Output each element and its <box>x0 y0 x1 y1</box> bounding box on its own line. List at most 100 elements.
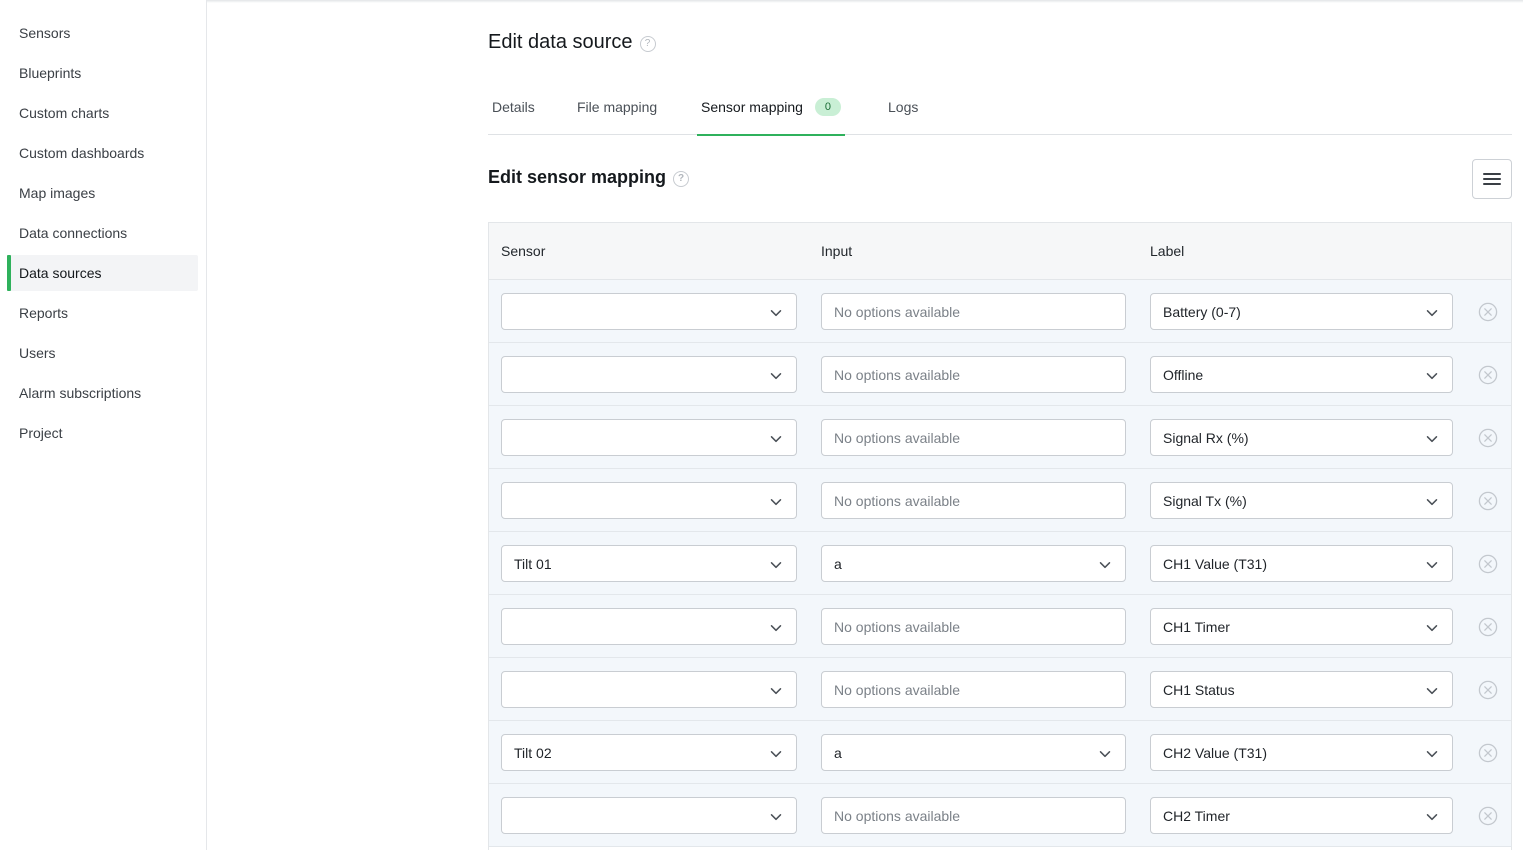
section-title: Edit sensor mapping ? <box>488 167 690 188</box>
chevron-down-icon <box>1426 621 1438 633</box>
sidebar-item-sensors[interactable]: Sensors <box>7 15 198 51</box>
chevron-down-icon <box>1426 810 1438 822</box>
remove-row-icon[interactable] <box>1478 617 1498 637</box>
sidebar-item-data-sources[interactable]: Data sources <box>7 255 198 291</box>
input-select-value: No options available <box>834 618 961 635</box>
input-select[interactable]: No options available <box>821 356 1126 393</box>
chevron-down-icon <box>770 369 782 381</box>
tab-file-mapping[interactable]: File mapping <box>573 87 661 135</box>
input-select[interactable]: a <box>821 734 1126 771</box>
tab-details[interactable]: Details <box>488 87 539 135</box>
section-title-text: Edit sensor mapping <box>488 167 667 187</box>
column-header-label: Label <box>1150 243 1185 259</box>
column-header-input: Input <box>821 243 853 259</box>
count-badge: 0 <box>814 98 841 116</box>
label-select[interactable]: CH1 Value (T31) <box>1150 545 1453 582</box>
sidebar: Sensors Blueprints Custom charts Custom das… <box>0 0 207 850</box>
sidebar-item-label: Reports <box>19 305 69 321</box>
sidebar-item-label: Custom dashboards <box>19 145 145 161</box>
sidebar-item-users[interactable]: Users <box>7 335 198 371</box>
chevron-down-icon <box>1426 747 1438 759</box>
input-select[interactable]: No options available <box>821 293 1126 330</box>
remove-row-icon[interactable] <box>1478 302 1498 322</box>
label-select[interactable]: Signal Tx (%) <box>1150 482 1453 519</box>
table-row: No options available Signal Rx (%) <box>489 406 1511 469</box>
sidebar-item-label: Map images <box>19 185 96 201</box>
tab-label: Logs <box>888 99 919 115</box>
remove-row-icon[interactable] <box>1478 365 1498 385</box>
sensor-select-value: Tilt 02 <box>514 744 552 761</box>
chevron-down-icon <box>770 684 782 696</box>
input-select[interactable]: No options available <box>821 671 1126 708</box>
sidebar-item-custom-charts[interactable]: Custom charts <box>7 95 198 131</box>
chevron-down-icon <box>770 810 782 822</box>
sidebar-item-data-connections[interactable]: Data connections <box>7 215 198 251</box>
table-row: No options available Offline <box>489 343 1511 406</box>
remove-row-icon[interactable] <box>1478 554 1498 574</box>
sidebar-item-label: Sensors <box>19 25 71 41</box>
table-row: No options available CH2 Timer <box>489 784 1511 847</box>
page-title: Edit data source ? <box>488 31 656 54</box>
sidebar-item-label: Custom charts <box>19 105 110 121</box>
sidebar-item-project[interactable]: Project <box>7 415 198 451</box>
tab-bar: Details File mapping Sensor mapping 0 Logs <box>488 87 1512 136</box>
label-select[interactable]: CH2 Timer <box>1150 797 1453 834</box>
input-select[interactable]: No options available <box>821 608 1126 645</box>
label-select-value: CH1 Timer <box>1163 618 1230 635</box>
remove-row-icon[interactable] <box>1478 428 1498 448</box>
chevron-down-icon <box>1426 495 1438 507</box>
label-select[interactable]: Battery (0-7) <box>1150 293 1453 330</box>
label-select[interactable]: CH1 Status <box>1150 671 1453 708</box>
sidebar-item-reports[interactable]: Reports <box>7 295 198 331</box>
sidebar-item-map-images[interactable]: Map images <box>7 175 198 211</box>
sensor-select[interactable] <box>501 608 797 645</box>
input-select[interactable]: No options available <box>821 482 1126 519</box>
input-select[interactable]: No options available <box>821 797 1126 834</box>
sidebar-item-custom-dashboards[interactable]: Custom dashboards <box>7 135 198 171</box>
input-select-value: a <box>834 744 842 761</box>
label-select-value: CH1 Value (T31) <box>1163 555 1268 572</box>
sensor-select[interactable] <box>501 293 797 330</box>
help-icon[interactable]: ? <box>639 35 656 52</box>
remove-row-icon[interactable] <box>1478 491 1498 511</box>
input-select-value: No options available <box>834 807 961 824</box>
tab-label: Details <box>492 99 535 115</box>
tab-logs[interactable]: Logs <box>884 87 922 135</box>
table-row: No options available CH1 Timer <box>489 595 1511 658</box>
chevron-down-icon <box>770 621 782 633</box>
sensor-select[interactable]: Tilt 01 <box>501 545 797 582</box>
chevron-down-icon <box>770 747 782 759</box>
sidebar-item-blueprints[interactable]: Blueprints <box>7 55 198 91</box>
input-select[interactable]: a <box>821 545 1126 582</box>
sidebar-item-label: Blueprints <box>19 65 82 81</box>
sensor-select[interactable] <box>501 356 797 393</box>
column-header-sensor: Sensor <box>501 243 546 259</box>
help-icon[interactable]: ? <box>673 170 690 187</box>
label-select[interactable]: Signal Rx (%) <box>1150 419 1453 456</box>
sidebar-item-alarm-subscriptions[interactable]: Alarm subscriptions <box>7 375 198 411</box>
label-select-value: Signal Tx (%) <box>1163 492 1247 509</box>
remove-row-icon[interactable] <box>1478 680 1498 700</box>
sidebar-item-label: Project <box>19 425 63 441</box>
hamburger-menu-icon <box>1483 173 1501 185</box>
input-select-value: No options available <box>834 303 961 320</box>
remove-row-icon[interactable] <box>1478 806 1498 826</box>
remove-row-icon[interactable] <box>1478 743 1498 763</box>
sensor-select[interactable] <box>501 419 797 456</box>
sensor-select[interactable]: Tilt 02 <box>501 734 797 771</box>
table-row: No options available Battery (0-7) <box>489 280 1511 343</box>
sensor-select[interactable] <box>501 671 797 708</box>
label-select-value: Signal Rx (%) <box>1163 429 1249 446</box>
tab-sensor-mapping[interactable]: Sensor mapping 0 <box>697 87 845 136</box>
sensor-select[interactable] <box>501 797 797 834</box>
input-select-value: No options available <box>834 366 961 383</box>
input-select[interactable]: No options available <box>821 419 1126 456</box>
label-select[interactable]: CH2 Value (T31) <box>1150 734 1453 771</box>
label-select[interactable]: Offline <box>1150 356 1453 393</box>
sensor-mapping-table: Sensor Input Label No options available B… <box>488 222 1512 850</box>
label-select[interactable]: CH1 Timer <box>1150 608 1453 645</box>
input-select-value: No options available <box>834 429 961 446</box>
sensor-select[interactable] <box>501 482 797 519</box>
sidebar-nav: Sensors Blueprints Custom charts Custom das… <box>0 0 206 451</box>
table-menu-button[interactable] <box>1472 159 1512 199</box>
